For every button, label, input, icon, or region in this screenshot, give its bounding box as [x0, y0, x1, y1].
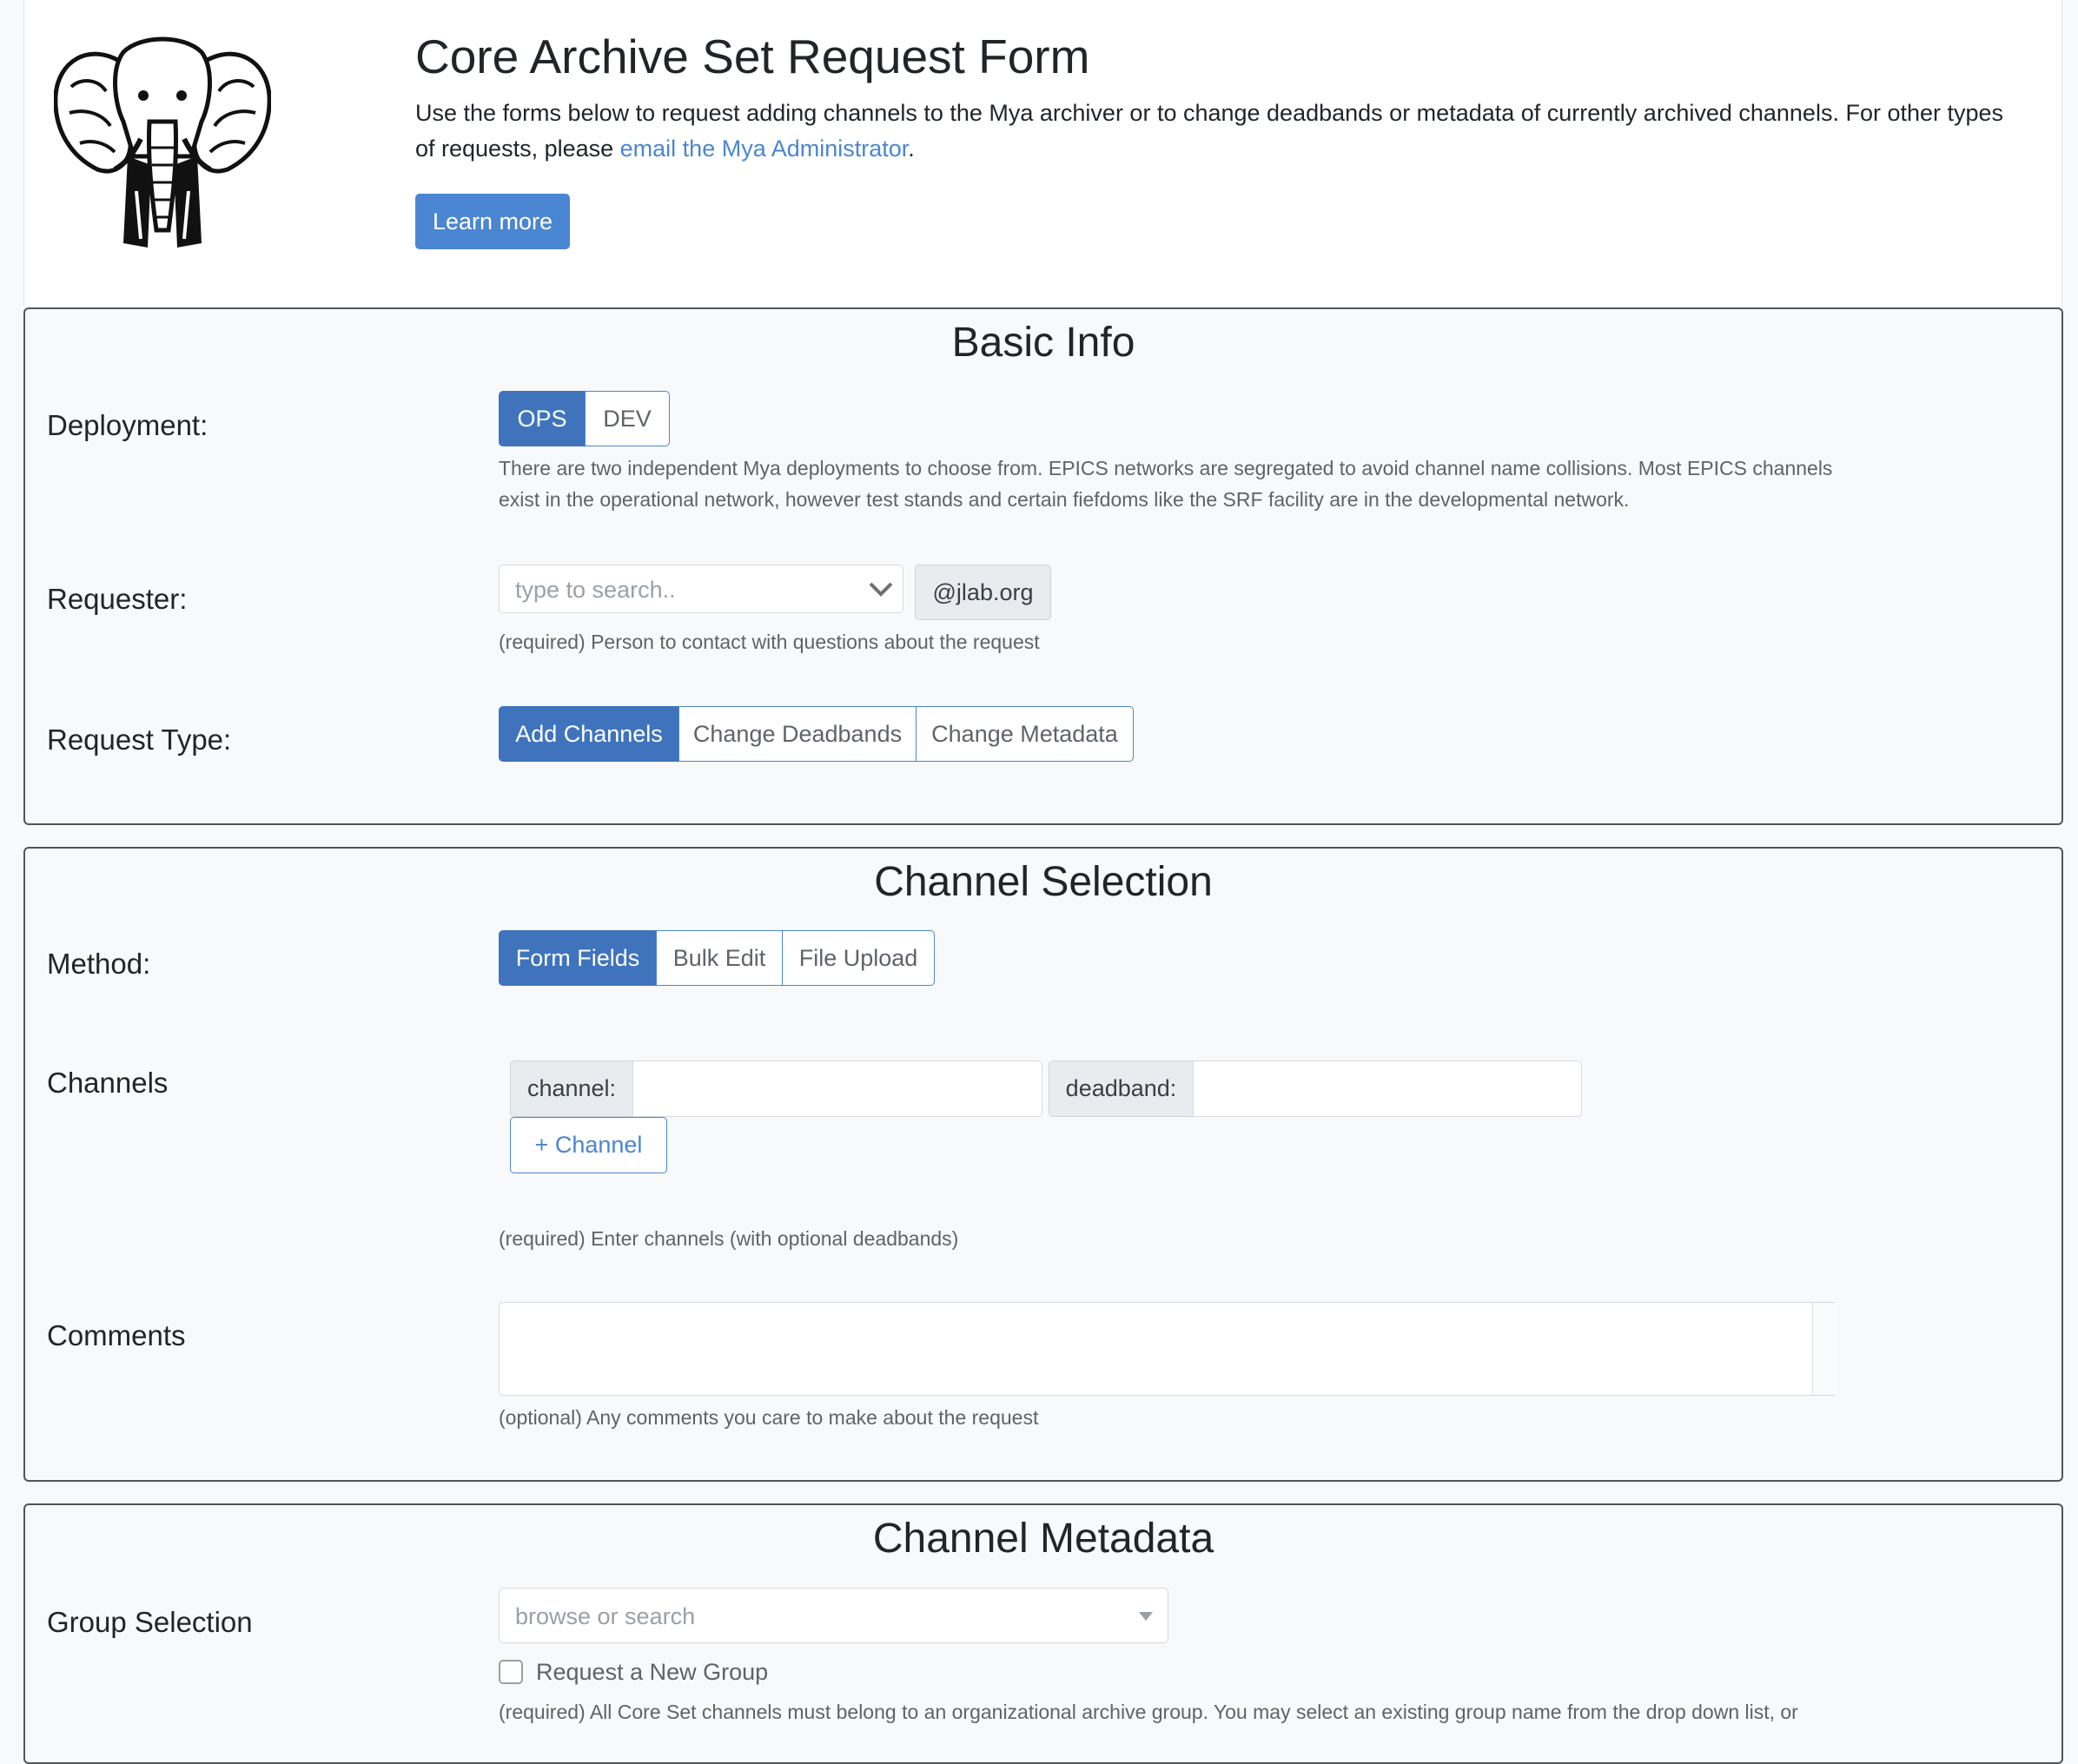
request-type-label: Request Type:: [47, 723, 232, 756]
requester-search-input[interactable]: [513, 565, 860, 614]
channel-addon: channel:: [510, 1060, 633, 1117]
comments-scrollbar[interactable]: [1812, 1303, 1838, 1395]
channel-metadata-title: Channel Metadata: [872, 1516, 1214, 1562]
learn-more-button[interactable]: Learn more: [415, 194, 570, 249]
method-toggle: Form Fields Bulk Edit File Upload: [499, 930, 935, 986]
form-fields-button[interactable]: Form Fields: [499, 930, 657, 986]
requester-help: (required) Person to contact with questi…: [499, 631, 1040, 653]
bulk-edit-button[interactable]: Bulk Edit: [656, 930, 783, 986]
comments-help: (optional) Any comments you care to make…: [499, 1406, 1039, 1429]
group-selection-help: (required) All Core Set channels must be…: [499, 1701, 1798, 1723]
channel-selection-title: Channel Selection: [874, 859, 1213, 905]
intro-end: .: [908, 135, 915, 162]
chevron-down-icon[interactable]: [868, 578, 894, 605]
add-channel-button[interactable]: + Channel: [510, 1117, 667, 1173]
intro-paragraph: Use the forms below to request adding ch…: [415, 96, 2005, 167]
basic-info-title: Basic Info: [951, 320, 1135, 366]
deployment-label: Deployment:: [47, 409, 208, 441]
change-metadata-button[interactable]: Change Metadata: [916, 706, 1134, 762]
requester-label: Requester:: [47, 583, 188, 615]
comments-textarea[interactable]: [499, 1302, 1838, 1396]
add-channels-button[interactable]: Add Channels: [499, 706, 679, 762]
deadband-input[interactable]: [1194, 1061, 1581, 1116]
channels-label: Channels: [47, 1067, 169, 1099]
deployment-help: There are two independent Mya deployment…: [499, 457, 1833, 511]
jlab-domain-addon: @jlab.org: [915, 565, 1051, 620]
new-group-label[interactable]: Request a New Group: [536, 1655, 768, 1688]
channel-field[interactable]: [632, 1060, 1042, 1117]
change-deadbands-button[interactable]: Change Deadbands: [678, 706, 917, 762]
group-search-input[interactable]: [513, 1589, 1085, 1644]
new-group-checkbox[interactable]: [499, 1660, 523, 1684]
channel-input[interactable]: [633, 1061, 1042, 1116]
request-type-toggle: Add Channels Change Deadbands Change Met…: [499, 706, 1134, 762]
channels-help: (required) Enter channels (with optional…: [499, 1227, 959, 1250]
deployment-ops-button[interactable]: OPS: [499, 391, 586, 446]
method-label: Method:: [47, 948, 151, 980]
file-upload-button[interactable]: File Upload: [782, 930, 935, 986]
deadband-addon: deadband:: [1049, 1060, 1194, 1117]
page-title: Core Archive Set Request Form: [415, 30, 1090, 83]
elephant-logo-icon: [53, 26, 272, 261]
deployment-toggle: OPS DEV: [499, 391, 670, 446]
email-admin-link[interactable]: email the Mya Administrator: [620, 135, 909, 162]
comments-label: Comments: [47, 1319, 186, 1351]
deadband-field[interactable]: [1193, 1060, 1582, 1117]
group-selection-label: Group Selection: [47, 1606, 253, 1638]
group-select[interactable]: [499, 1588, 1168, 1644]
requester-select[interactable]: [499, 565, 903, 614]
caret-down-icon[interactable]: [1138, 1610, 1154, 1626]
deployment-dev-button[interactable]: DEV: [585, 391, 670, 446]
